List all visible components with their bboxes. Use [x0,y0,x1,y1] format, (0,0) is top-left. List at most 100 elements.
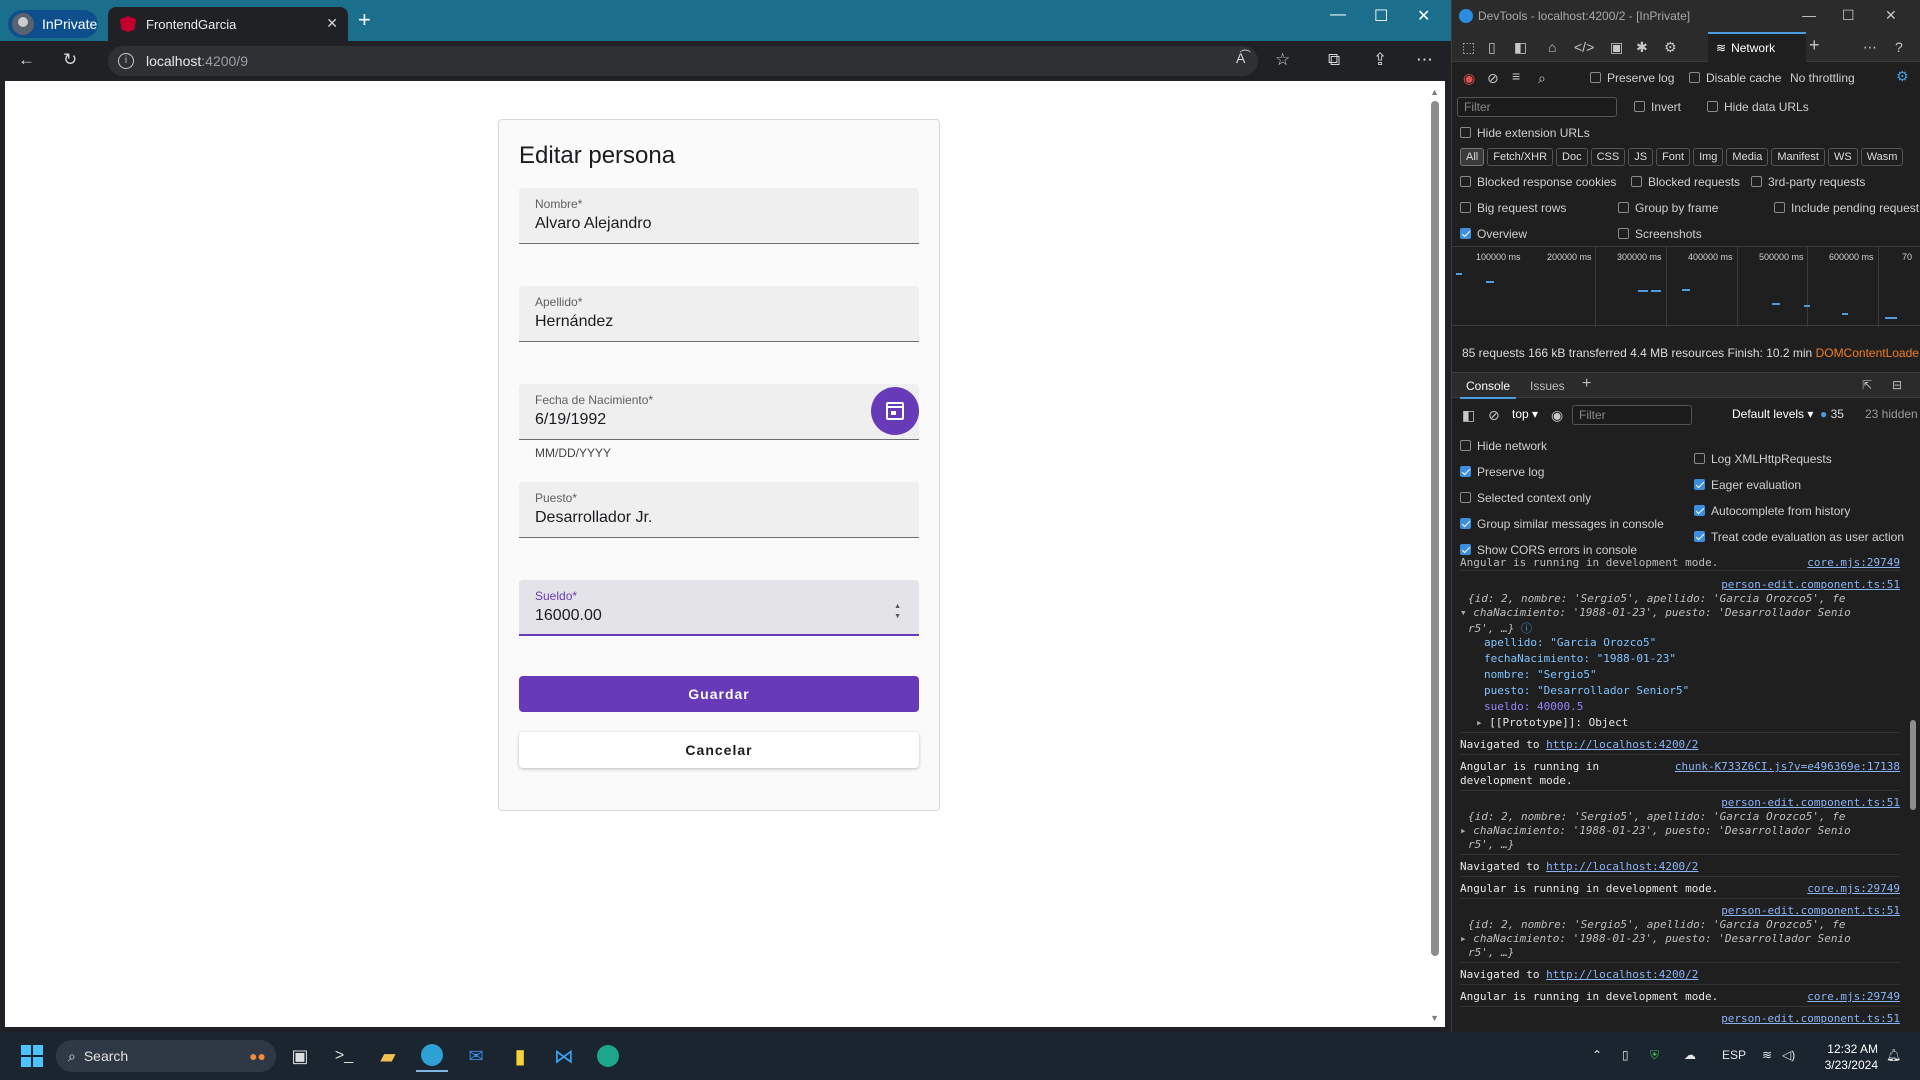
message-source-link[interactable]: core.mjs:29749 [1807,990,1900,1003]
collapsed-triangle-icon[interactable]: ▸ [1476,716,1483,729]
device-emulation-icon[interactable]: ▯ [1488,39,1496,56]
file-explorer-icon[interactable]: ▰ [372,1040,404,1072]
hide-extension-urls-checkbox[interactable]: Hide extension URLs [1460,126,1590,140]
sueldo-field[interactable]: Sueldo* 16000.00 ▲ ▼ [519,580,919,636]
live-expression-eye-icon[interactable]: ◉ [1551,407,1563,424]
page-scrollbar-thumb[interactable] [1431,101,1439,956]
tab-network[interactable]: ≋ Network [1708,32,1806,62]
browser-tab-active[interactable]: FrontendGarcia ✕ [108,7,348,41]
invert-checkbox[interactable]: Invert [1634,100,1681,114]
performance-tab-icon[interactable]: ⚙ [1664,39,1677,56]
dock-sidebar-icon[interactable]: ◧ [1514,39,1527,56]
console-filter-input[interactable]: Filter [1572,405,1692,425]
sources-tab-icon[interactable]: ✱ [1636,39,1648,56]
filter-chip-manifest[interactable]: Manifest [1771,148,1825,166]
minimize-icon[interactable]: — [1330,6,1346,24]
network-overview-timeline[interactable]: 100000 ms 200000 ms 300000 ms 400000 ms … [1452,246,1920,327]
share-icon[interactable]: ⇪ [1373,50,1387,70]
message-source-link[interactable]: person-edit.component.ts:51 [1721,578,1900,591]
more-menu-icon[interactable]: ⋯ [1416,50,1433,70]
edge-dev-icon[interactable] [592,1040,624,1072]
tab-issues[interactable]: Issues [1530,379,1565,393]
page-scrollbar[interactable] [1431,101,1439,1001]
nombre-field[interactable]: Nombre* Alvaro Alejandro [519,188,919,244]
message-source-link[interactable]: person-edit.component.ts:51 [1721,904,1900,917]
object-property[interactable]: ▸ [[Prototype]]: Object [1476,716,1916,729]
include-pending-checkbox[interactable]: Include pending request [1774,201,1919,215]
setting-group-similar[interactable]: Group similar messages in console [1460,517,1664,531]
preserve-log-checkbox[interactable]: Preserve log [1590,71,1674,85]
filter-chip-media[interactable]: Media [1726,148,1769,166]
show-hidden-icons-chevron[interactable]: ⌃ [1592,1048,1602,1062]
log-levels-select[interactable]: Default levels ▾ [1728,405,1817,425]
setting-cors-errors[interactable]: Show CORS errors in console [1460,543,1637,557]
inspect-element-icon[interactable]: ⬚ [1462,39,1475,56]
usb-device-icon[interactable]: ▯ [1622,1048,1629,1062]
network-filter-input[interactable]: Filter [1457,97,1617,117]
favorite-star-icon[interactable]: ☆ [1275,50,1290,70]
volume-icon[interactable]: ◁) [1782,1048,1795,1062]
navigated-link[interactable]: http://localhost:4200/2 [1546,738,1698,751]
filter-toggle-icon[interactable]: ≡ [1512,68,1520,84]
message-source-link[interactable]: person-edit.component.ts:51 [1721,1012,1900,1025]
close-tab-icon[interactable]: ✕ [326,15,338,32]
third-party-checkbox[interactable]: 3rd-party requests [1751,175,1865,189]
navigated-link[interactable]: http://localhost:4200/2 [1546,968,1698,981]
filter-chip-css[interactable]: CSS [1590,148,1626,166]
setting-log-xhr[interactable]: Log XMLHttpRequests [1694,452,1832,466]
object-preview-line[interactable]: ▸ chaNacimiento: '1988-01-23', puesto: '… [1460,824,1900,837]
system-clock[interactable]: 12:32 AM 3/23/2024 [1825,1041,1878,1073]
context-selector[interactable]: top ▾ [1508,405,1542,425]
filter-chip-fetch-xhr[interactable]: Fetch/XHR [1487,148,1554,166]
help-icon[interactable]: ? [1895,39,1903,55]
cancel-button[interactable]: Cancelar [519,732,919,768]
welcome-home-icon[interactable]: ⌂ [1548,39,1556,55]
devtools-more-icon[interactable]: ⋯ [1863,39,1877,56]
setting-hide-network[interactable]: Hide network [1460,439,1547,453]
datepicker-toggle-button[interactable] [871,387,919,435]
elements-tab-icon[interactable]: </> [1574,39,1594,55]
read-aloud-icon[interactable]: A͡ [1236,50,1245,66]
network-settings-icon[interactable]: ⚙ [1896,68,1909,85]
devtools-close-icon[interactable]: ✕ [1885,7,1897,24]
outlook-icon[interactable]: ✉ [460,1040,492,1072]
sticky-notes-icon[interactable]: ▮ [504,1040,536,1072]
filter-chip-wasm[interactable]: Wasm [1860,148,1904,166]
filter-chip-doc[interactable]: Doc [1556,148,1588,166]
message-source-link[interactable]: core.mjs:29749 [1807,882,1900,895]
hide-data-urls-checkbox[interactable]: Hide data URLs [1707,100,1809,114]
disable-cache-checkbox[interactable]: Disable cache [1689,71,1781,85]
collapsed-triangle-icon[interactable]: ▸ [1460,932,1467,945]
screenshots-checkbox[interactable]: Screenshots [1618,227,1702,241]
filter-chip-js[interactable]: JS [1628,148,1654,166]
filter-chip-font[interactable]: Font [1656,148,1691,166]
console-tab-icon[interactable]: ▣ [1610,39,1623,56]
setting-eager-eval[interactable]: Eager evaluation [1694,478,1801,492]
message-source-link[interactable]: chunk-K733Z6CI.js?v=e496369e:17138 [1675,760,1900,773]
onedrive-cloud-icon[interactable]: ☁ [1684,1048,1696,1062]
devtools-maximize-icon[interactable]: ☐ [1842,7,1855,24]
save-button[interactable]: Guardar [519,676,919,712]
puesto-field[interactable]: Puesto* Desarrollador Jr. [519,482,919,538]
setting-autocomplete[interactable]: Autocomplete from history [1694,504,1850,518]
expanded-triangle-icon[interactable]: ▾ [1460,606,1467,619]
collapsed-triangle-icon[interactable]: ▸ [1460,824,1467,837]
big-request-rows-checkbox[interactable]: Big request rows [1460,201,1566,215]
inprivate-badge[interactable]: InPrivate [8,10,98,38]
site-info-icon[interactable]: i [118,53,134,69]
extensions-icon[interactable]: ⧉ [1328,50,1340,70]
filter-chip-all[interactable]: All [1460,148,1485,166]
console-clear-icon[interactable]: ⊘ [1488,407,1500,424]
language-indicator[interactable]: ESP [1722,1048,1746,1062]
edge-browser-icon[interactable] [416,1040,448,1072]
setting-preserve-log[interactable]: Preserve log [1460,465,1544,479]
back-icon[interactable]: ← [18,50,35,70]
tab-console[interactable]: Console [1460,373,1517,399]
message-source-link[interactable]: person-edit.component.ts:51 [1721,796,1900,809]
notification-bell-icon[interactable]: 🔔︎ [1886,1048,1901,1062]
taskbar-search[interactable]: ⌕ Search ●● [56,1040,276,1072]
start-button[interactable] [16,1040,48,1072]
message-source-link[interactable]: core.mjs:29749 [1807,556,1900,569]
refresh-icon[interactable]: ↻ [63,50,77,70]
wifi-icon[interactable]: ≋ [1762,1048,1772,1062]
